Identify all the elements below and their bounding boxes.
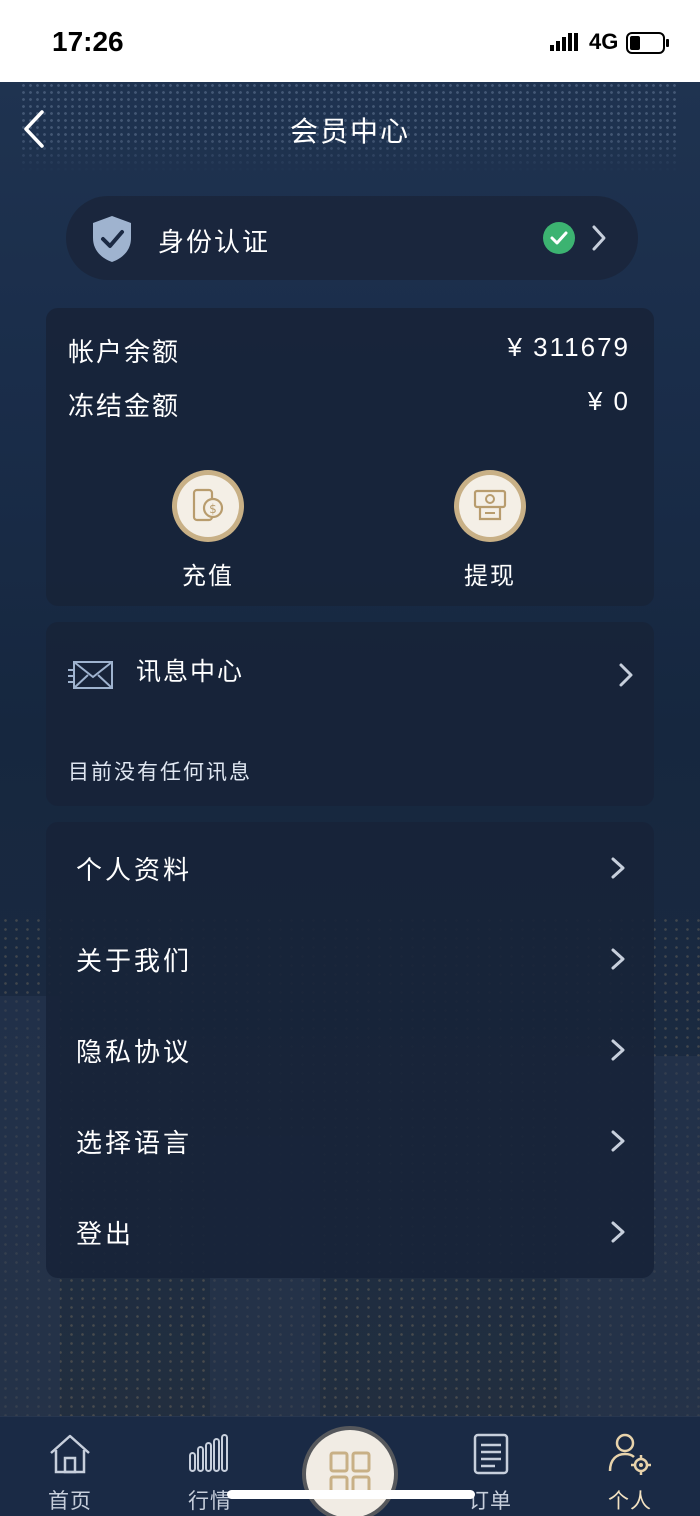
- frozen-amount-value: ¥ 0: [587, 386, 630, 416]
- menu-item-logout[interactable]: 登出: [46, 1186, 654, 1277]
- account-balance-value: ¥ 311679: [507, 332, 630, 362]
- identity-verification-row[interactable]: 身份认证: [66, 196, 638, 280]
- verified-check-icon: [543, 222, 575, 254]
- menu-item-language[interactable]: 选择语言: [46, 1095, 654, 1186]
- menu-item-about-us[interactable]: 关于我们: [46, 913, 654, 1004]
- cash-withdraw-icon: [473, 489, 507, 521]
- signal-icon: [550, 33, 578, 51]
- chevron-right-icon: [592, 225, 606, 251]
- settings-menu: 个人资料 关于我们 隐私协议 选择语言 登出: [46, 822, 654, 1278]
- frozen-amount-label: 冻结金额: [68, 392, 181, 422]
- menu-item-label: 选择语言: [76, 1129, 193, 1159]
- balance-card: 帐户余额 ¥ 311679 冻结金额 ¥ 0 $ 充值 提现: [46, 308, 654, 606]
- tab-label: 个人: [608, 1489, 652, 1513]
- chevron-right-icon: [611, 948, 625, 970]
- message-center-title: 讯息中心: [136, 657, 245, 686]
- tab-market[interactable]: 行情: [165, 1431, 255, 1515]
- tab-orders[interactable]: 订单: [445, 1431, 535, 1515]
- tab-label: 首页: [48, 1489, 92, 1513]
- withdraw-button[interactable]: 提现: [430, 470, 550, 591]
- home-indicator: [227, 1490, 475, 1499]
- chevron-right-icon: [611, 1221, 625, 1243]
- shield-check-icon: [93, 216, 131, 262]
- withdraw-label: 提现: [464, 562, 516, 590]
- menu-item-profile[interactable]: 个人资料: [46, 822, 654, 913]
- status-bar: 17:26 4G: [0, 0, 700, 82]
- tab-profile[interactable]: 个人: [585, 1431, 675, 1515]
- battery-icon: [626, 32, 669, 54]
- menu-item-label: 关于我们: [76, 947, 193, 977]
- chevron-right-icon: [611, 857, 625, 879]
- market-icon: [189, 1434, 228, 1472]
- tab-center-grid-button[interactable]: [306, 1430, 394, 1516]
- recharge-label: 充值: [182, 562, 234, 590]
- chevron-right-icon: [611, 1130, 625, 1152]
- home-icon: [50, 1434, 90, 1474]
- network-type: 4G: [589, 29, 619, 54]
- message-center-card[interactable]: 讯息中心 目前没有任何讯息: [46, 622, 654, 806]
- no-messages-text: 目前没有任何讯息: [68, 760, 252, 784]
- recharge-button[interactable]: $ 充值: [148, 470, 268, 591]
- menu-item-label: 隐私协议: [76, 1038, 193, 1068]
- phone-dollar-icon: $: [192, 488, 224, 522]
- nav-header: 会员中心: [0, 82, 700, 174]
- menu-item-label: 个人资料: [76, 856, 193, 886]
- menu-item-privacy[interactable]: 隐私协议: [46, 1004, 654, 1095]
- page-title: 会员中心: [289, 115, 410, 148]
- chevron-right-icon: [619, 663, 633, 687]
- menu-item-label: 登出: [76, 1220, 135, 1250]
- chevron-right-icon: [611, 1039, 625, 1061]
- status-time: 17:26: [52, 26, 124, 57]
- order-icon: [473, 1433, 509, 1475]
- svg-text:$: $: [209, 502, 217, 516]
- tab-home[interactable]: 首页: [25, 1431, 115, 1515]
- envelope-icon: [68, 661, 113, 689]
- identity-label: 身份认证: [158, 228, 271, 258]
- account-balance-label: 帐户余额: [68, 338, 181, 368]
- user-settings-icon: [608, 1433, 651, 1475]
